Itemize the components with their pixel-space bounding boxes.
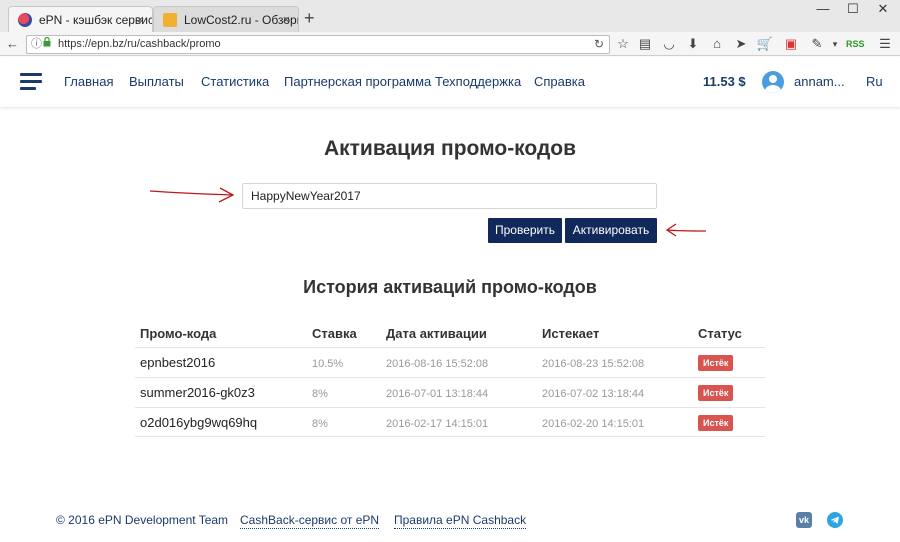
vk-icon[interactable]: vk bbox=[796, 512, 812, 528]
language-switcher[interactable]: Ru bbox=[866, 74, 883, 90]
footer-link-rules[interactable]: Правила ePN Cashback bbox=[394, 512, 527, 529]
page-title: Активация промо-кодов bbox=[323, 137, 577, 160]
table-row: summer2016-gk0z3 8% 2016-07-01 13:18:44 … bbox=[135, 377, 765, 407]
annotation-arrow-activate bbox=[665, 223, 707, 237]
download-icon[interactable]: ⬇ bbox=[684, 35, 702, 53]
cell-activated: 2016-08-16 15:52:08 bbox=[386, 358, 489, 370]
column-header-activated: Дата активации bbox=[386, 326, 487, 341]
lowcost-favicon-icon bbox=[163, 13, 177, 27]
history-title: История активаций промо-кодов bbox=[303, 277, 597, 297]
cell-expires: 2016-08-23 15:52:08 bbox=[542, 358, 645, 370]
table-row: epnbest2016 10.5% 2016-08-16 15:52:08 20… bbox=[135, 347, 765, 377]
nav-link-help[interactable]: Справка bbox=[534, 74, 585, 90]
column-header-code: Промо-кода bbox=[140, 326, 217, 341]
nav-link-support[interactable]: Техподдержка bbox=[435, 74, 521, 90]
reading-list-icon[interactable]: ▤ bbox=[636, 35, 654, 53]
promo-code-input[interactable] bbox=[242, 183, 657, 209]
footer: © 2016 ePN Development Team CashBack-сер… bbox=[0, 500, 900, 540]
wand-icon[interactable]: ✎ bbox=[808, 35, 826, 53]
cell-rate: 8% bbox=[312, 418, 328, 430]
cell-code: o2d016ybg9wq69hq bbox=[140, 415, 258, 430]
cell-rate: 8% bbox=[312, 388, 328, 400]
home-icon[interactable]: ⌂ bbox=[708, 35, 726, 53]
browser-tabstrip: ePN - кэшбэк сервис инт... × LowCost2.ru… bbox=[0, 0, 900, 32]
nav-link-payouts[interactable]: Выплаты bbox=[129, 74, 184, 90]
extension-icon[interactable]: ▣ bbox=[782, 35, 800, 53]
epn-favicon-icon bbox=[18, 13, 32, 27]
cell-expires: 2016-02-20 14:15:01 bbox=[542, 418, 645, 430]
site-info-icon[interactable]: ⓘ bbox=[31, 36, 42, 53]
copyright: © 2016 ePN Development Team bbox=[56, 513, 229, 527]
cell-expires: 2016-07-02 13:18:44 bbox=[542, 388, 645, 400]
star-icon[interactable]: ☆ bbox=[614, 35, 632, 53]
address-bar[interactable]: ⓘ https://epn.bz/ru/cashback/promo ↻ bbox=[26, 35, 610, 54]
browser-navbar: ← ⓘ https://epn.bz/ru/cashback/promo ↻ ☆… bbox=[0, 32, 900, 56]
rss-icon[interactable]: RSS bbox=[846, 35, 865, 53]
footer-link-cashback[interactable]: CashBack-сервис от ePN bbox=[240, 512, 380, 529]
check-button[interactable]: Проверить bbox=[488, 218, 562, 243]
nav-link-statistics[interactable]: Статистика bbox=[201, 74, 269, 90]
reload-icon[interactable]: ↻ bbox=[594, 36, 604, 53]
maximize-button[interactable]: ☐ bbox=[838, 0, 868, 18]
lock-icon bbox=[43, 36, 51, 53]
cell-rate: 10.5% bbox=[312, 358, 344, 370]
status-badge: Истёк bbox=[698, 355, 734, 371]
telegram-icon[interactable] bbox=[827, 512, 843, 528]
hamburger-menu-icon[interactable] bbox=[20, 73, 42, 90]
site-header: Главная Выплаты Статистика Партнерская п… bbox=[0, 57, 900, 107]
send-icon[interactable]: ➤ bbox=[732, 35, 750, 53]
tab-close-icon[interactable]: × bbox=[136, 7, 144, 32]
menu-icon[interactable]: ☰ bbox=[876, 35, 894, 53]
nav-link-affiliate[interactable]: Партнерская программа bbox=[284, 74, 431, 90]
column-header-expires: Истекает bbox=[542, 326, 600, 341]
close-window-button[interactable]: ✕ bbox=[868, 0, 898, 18]
cell-code: epnbest2016 bbox=[140, 355, 216, 370]
cart-icon[interactable]: 🛒 bbox=[756, 35, 774, 53]
dropdown-icon[interactable]: ▾ bbox=[826, 35, 844, 53]
status-badge: Истёк bbox=[698, 385, 734, 401]
minimize-button[interactable]: — bbox=[808, 0, 838, 18]
cell-activated: 2016-02-17 14:15:01 bbox=[386, 418, 489, 430]
username[interactable]: annam... bbox=[794, 74, 845, 90]
column-header-status: Статус bbox=[698, 326, 742, 341]
cell-code: summer2016-gk0z3 bbox=[140, 385, 255, 400]
column-header-rate: Ставка bbox=[312, 326, 357, 341]
browser-tab-epn[interactable]: ePN - кэшбэк сервис инт... × bbox=[8, 6, 153, 32]
avatar[interactable] bbox=[762, 71, 784, 93]
new-tab-button[interactable]: + bbox=[304, 8, 315, 28]
nav-link-home[interactable]: Главная bbox=[64, 74, 113, 90]
cell-activated: 2016-07-01 13:18:44 bbox=[386, 388, 489, 400]
table-row: o2d016ybg9wq69hq 8% 2016-02-17 14:15:01 … bbox=[135, 407, 765, 437]
activate-button[interactable]: Активировать bbox=[565, 218, 657, 243]
status-badge: Истёк bbox=[698, 415, 734, 431]
back-button[interactable]: ← bbox=[6, 35, 19, 53]
annotation-arrow-input bbox=[149, 187, 235, 203]
tab-close-icon[interactable]: × bbox=[282, 7, 290, 32]
browser-tab-lowcost[interactable]: LowCost2.ru - Обзоры то... × bbox=[153, 6, 299, 32]
url-text: https://epn.bz/ru/cashback/promo bbox=[58, 38, 221, 50]
pocket-icon[interactable]: ◡ bbox=[660, 35, 678, 53]
balance[interactable]: 11.53 $ bbox=[703, 74, 746, 90]
